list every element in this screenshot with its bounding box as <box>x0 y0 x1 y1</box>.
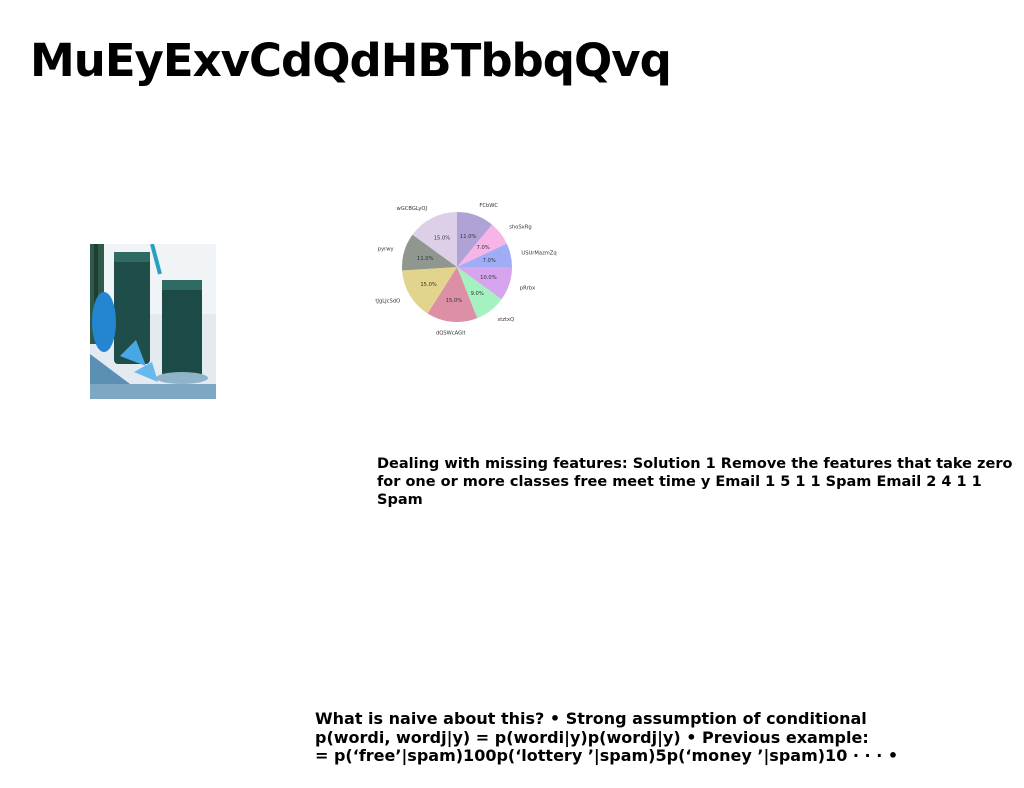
pie-percent-label: 15.0% <box>420 282 437 288</box>
pie-percent-label: 15.0% <box>434 236 451 242</box>
drink-photo-image <box>90 244 216 399</box>
paragraph-line: What is naive about this? • Strong assum… <box>315 709 867 728</box>
pie-category-label: pyrwy <box>378 247 394 253</box>
pie-category-label: FCbWC <box>479 203 498 209</box>
pie-percent-label: 15.0% <box>446 298 463 304</box>
paragraph-line: = p(‘free’|spam)100p(‘lottery ’|spam)5p(… <box>315 746 899 765</box>
pie-percent-label: 9.0% <box>471 291 484 297</box>
pie-category-label: wGCBGLyOJ <box>397 206 428 212</box>
paragraph-missing-features: Dealing with missing features: Solution … <box>377 456 1013 508</box>
pie-category-label: stztxQ <box>498 317 515 323</box>
pie-category-label: tJgLJcSdO <box>375 299 400 305</box>
pie-chart: FCbWC shoSxRg USUrMazmZq pRrbx stztxQ dQSWcAG… <box>375 203 556 337</box>
pie-category-label: dQSWcAGlt <box>436 331 466 337</box>
pie-percent-label: 11.0% <box>417 256 434 262</box>
pie-percent-label: 7.0% <box>477 245 490 251</box>
pie-percent-label: 7.0% <box>483 258 496 264</box>
drink-photo <box>90 244 216 399</box>
pie-percent-label: 10.0% <box>480 275 497 281</box>
pie-percent-label: 11.0% <box>460 234 477 240</box>
pie-category-label: shoSxRg <box>509 225 531 231</box>
pie-category-label: USUrMazmZq <box>521 251 556 257</box>
paragraph-naive-bayes: What is naive about this? • Strong assum… <box>315 709 1015 766</box>
slide-title: MuEyExvCdQdHBTbbqQvq <box>30 34 672 87</box>
pie-category-label: pRrbx <box>520 285 535 291</box>
paragraph-line: p(wordi, wordj|y) = p(wordi|y)p(wordj|y)… <box>315 727 869 747</box>
